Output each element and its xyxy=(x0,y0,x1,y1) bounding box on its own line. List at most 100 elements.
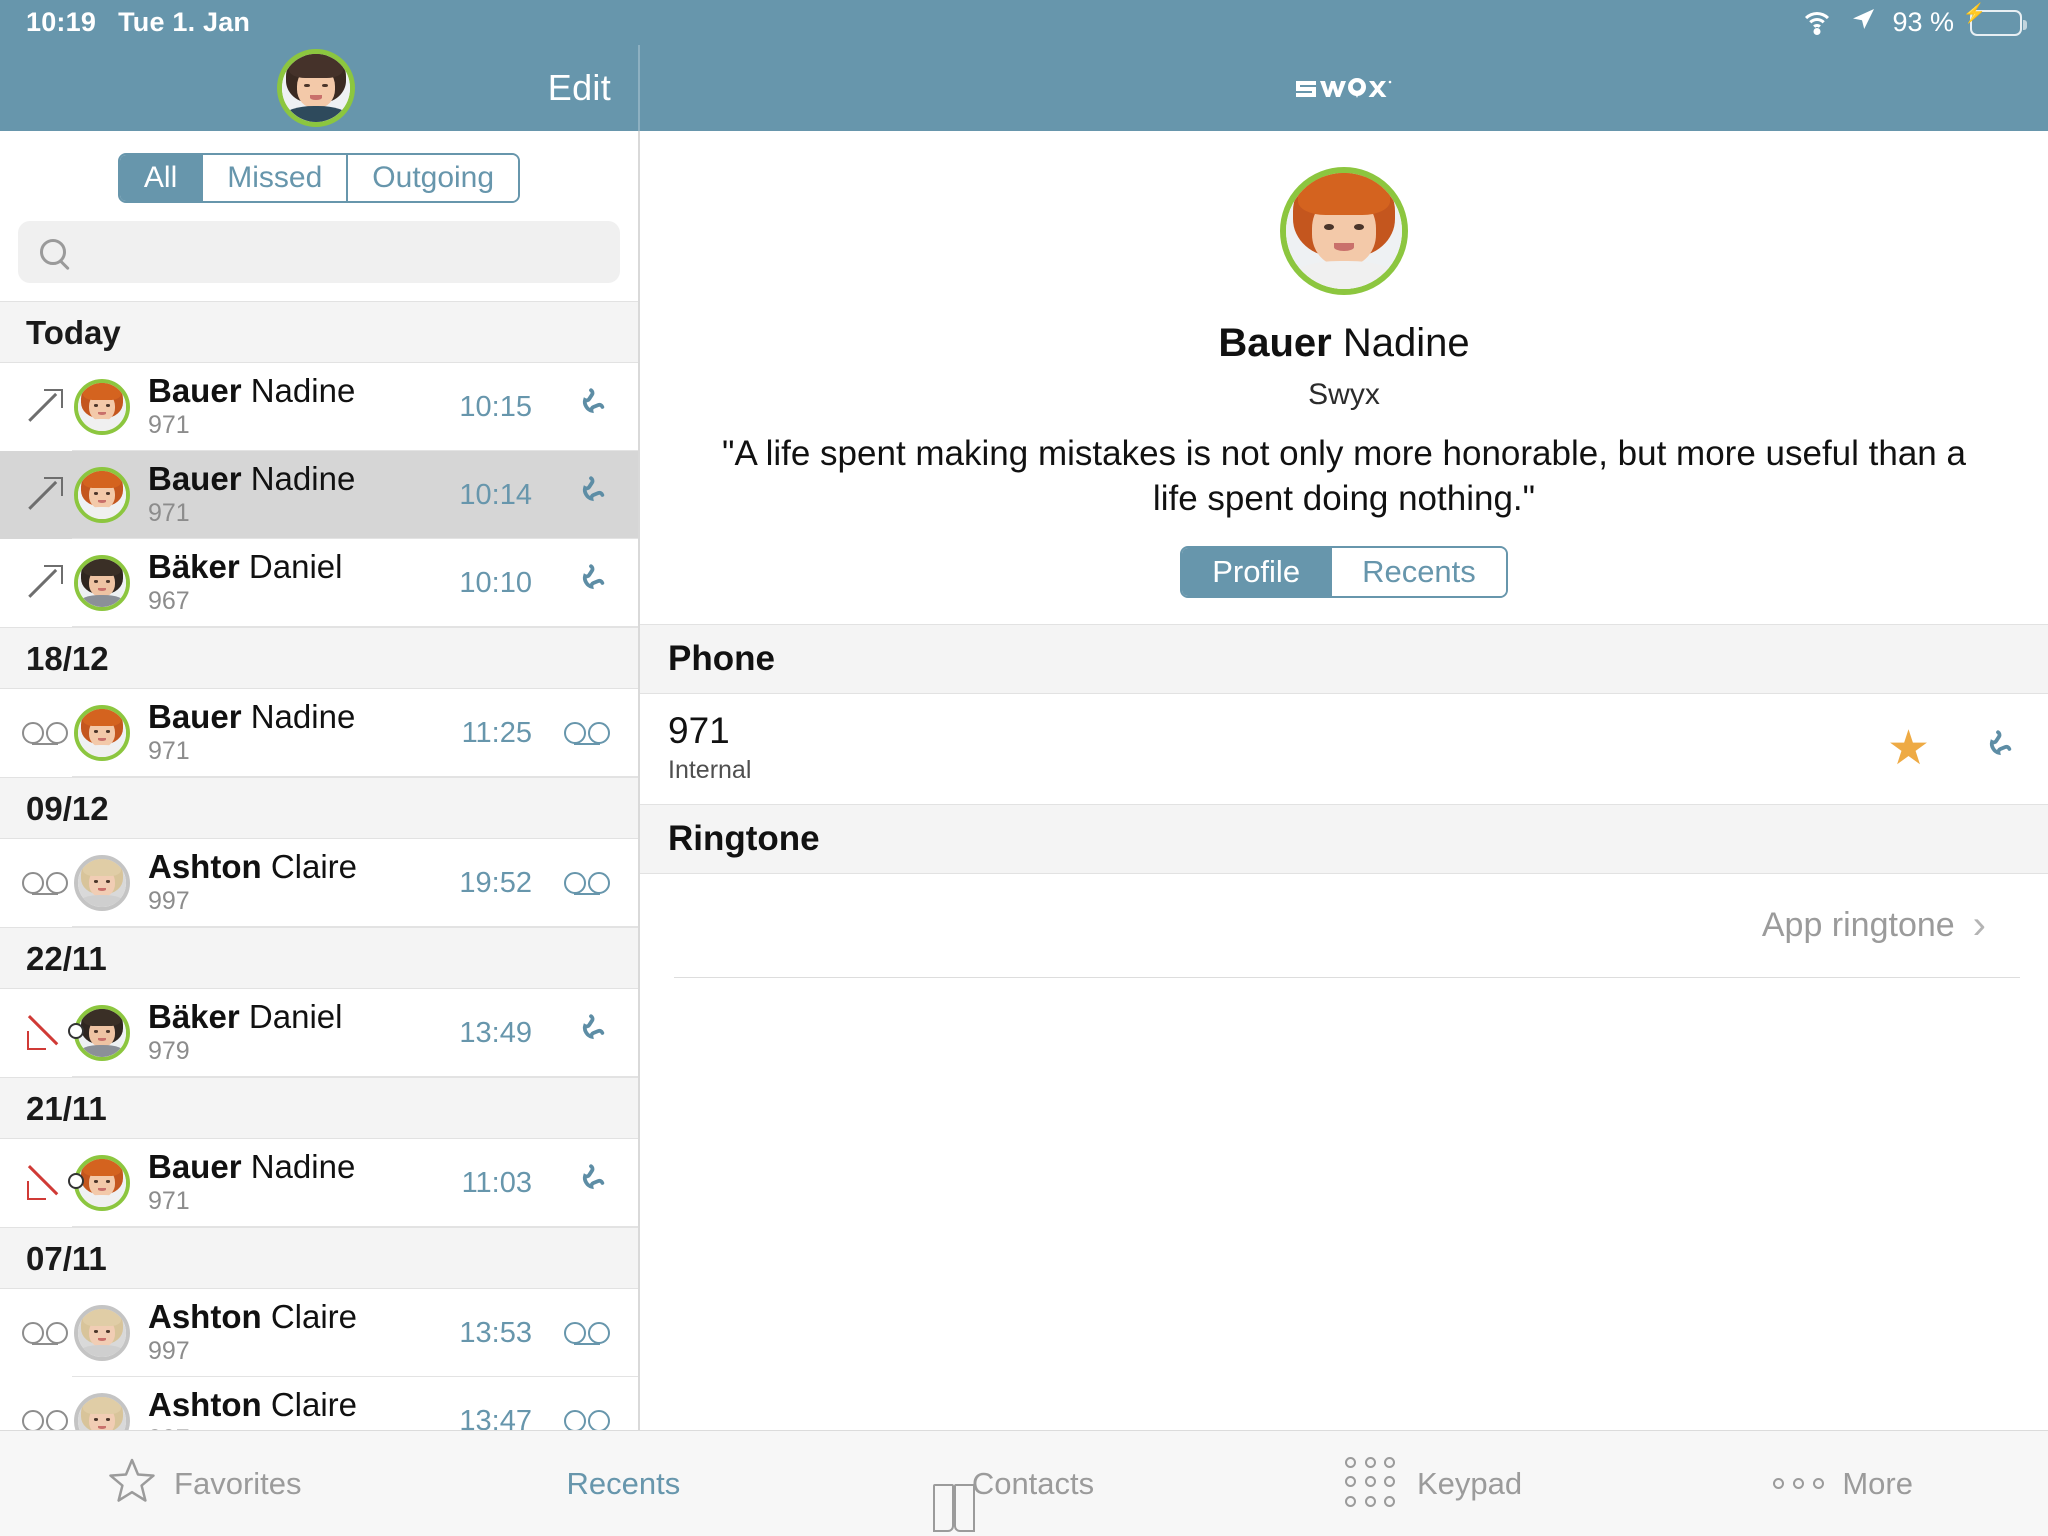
detail-tab-recents[interactable]: Recents xyxy=(1332,547,1506,596)
call-log-name: Bauer Nadine xyxy=(148,462,356,497)
call-log-row[interactable]: Ashton Claire 997 19:52 xyxy=(0,839,638,927)
battery-percent: 93 % xyxy=(1892,7,1954,37)
tab-favorites[interactable]: Favorites xyxy=(0,1457,410,1511)
keypad-icon xyxy=(1345,1456,1399,1511)
call-log-number: 971 xyxy=(148,736,190,765)
nav-bar-right xyxy=(640,45,2048,131)
phone-handset-icon[interactable] xyxy=(1974,729,2014,769)
contact-name: Bauer Nadine xyxy=(640,321,2048,366)
user-avatar[interactable] xyxy=(277,49,355,127)
app-root: 10:19 Tue 1. Jan 93 % ⚡ Edit All Missed … xyxy=(0,0,2048,1536)
filter-tab-missed[interactable]: Missed xyxy=(203,155,349,201)
call-log-number: 971 xyxy=(148,410,190,439)
filter-segmented-control[interactable]: All Missed Outgoing xyxy=(117,153,521,203)
voicemail-icon xyxy=(22,1410,68,1430)
call-direction xyxy=(16,477,74,512)
date-section-header: 07/11 xyxy=(0,1227,638,1289)
edit-button[interactable]: Edit xyxy=(548,67,611,109)
contact-first-name: Nadine xyxy=(1342,321,1470,365)
date-section-header: Today xyxy=(0,301,638,363)
ringtone-row[interactable]: App ringtone › xyxy=(674,873,2020,978)
voicemail-play-icon[interactable] xyxy=(564,1410,610,1430)
call-back-icon[interactable] xyxy=(567,563,607,603)
call-log-time: 19:52 xyxy=(459,866,532,899)
call-log-row[interactable]: Bäker Daniel 967 10:10 xyxy=(0,539,638,627)
call-log-name-block: Bauer Nadine 971 xyxy=(148,1150,462,1216)
call-direction xyxy=(16,1163,84,1203)
contact-header: Bauer Nadine Swyx "A life spent making m… xyxy=(640,131,2048,522)
outgoing-call-icon xyxy=(28,389,63,424)
contact-avatar-thumb xyxy=(74,855,130,911)
call-log-action[interactable] xyxy=(558,1410,616,1430)
call-log-name-block: Bauer Nadine 971 xyxy=(148,700,462,766)
battery-charging-icon: ⚡ xyxy=(1963,5,2027,36)
contact-last-name: Bauer xyxy=(1218,321,1332,365)
call-log-name: Bauer Nadine xyxy=(148,1150,356,1185)
voicemail-play-icon[interactable] xyxy=(564,1322,610,1345)
detail-segmented-control[interactable]: Profile Recents xyxy=(1180,545,1508,598)
ringtone-value: App ringtone xyxy=(1761,905,1955,944)
call-direction xyxy=(16,565,74,600)
status-bar: 10:19 Tue 1. Jan 93 % ⚡ xyxy=(0,0,2048,45)
date-section-header: 21/11 xyxy=(0,1077,638,1139)
contact-avatar-thumb xyxy=(74,1393,130,1430)
search-bar[interactable] xyxy=(18,221,620,283)
tab-contacts[interactable]: Contacts xyxy=(819,1466,1229,1532)
call-log-row[interactable]: Bäker Daniel 979 13:49 xyxy=(0,989,638,1077)
star-icon[interactable]: ★ xyxy=(1887,724,1930,773)
wifi-icon xyxy=(1800,10,1835,36)
call-log-row[interactable]: Bauer Nadine 971 11:25 xyxy=(0,689,638,777)
call-log-action[interactable] xyxy=(558,722,616,745)
call-direction xyxy=(16,872,74,895)
call-direction xyxy=(16,722,74,745)
call-log-time: 11:03 xyxy=(461,1166,532,1199)
filter-tab-all[interactable]: All xyxy=(119,155,204,201)
call-log-action[interactable] xyxy=(558,475,616,515)
detail-tab-profile[interactable]: Profile xyxy=(1182,547,1333,596)
call-log-time: 10:10 xyxy=(459,566,532,599)
call-log-time: 13:49 xyxy=(459,1016,532,1049)
call-history-list[interactable]: Today Bauer Nadine 971 10:15 Bauer Nadin… xyxy=(0,301,638,1430)
call-log-action[interactable] xyxy=(558,387,616,427)
phone-row[interactable]: 971 Internal ★ xyxy=(640,693,2048,804)
call-log-name: Bäker Daniel xyxy=(148,1000,343,1035)
filter-tab-outgoing[interactable]: Outgoing xyxy=(348,155,519,201)
call-log-action[interactable] xyxy=(558,872,616,895)
voicemail-play-icon[interactable] xyxy=(564,872,610,895)
content-area: All Missed Outgoing Today Bauer Nadine 971… xyxy=(0,131,2048,1430)
swyx-logo xyxy=(1294,72,1394,104)
tab-keypad[interactable]: Keypad xyxy=(1229,1456,1639,1511)
tab-label: Keypad xyxy=(1417,1465,1523,1501)
phone-number: 971 xyxy=(668,710,730,752)
call-log-name: Bauer Nadine xyxy=(148,374,356,409)
search-input[interactable] xyxy=(80,235,598,269)
tab-more[interactable]: More xyxy=(1638,1466,2048,1502)
call-back-icon[interactable] xyxy=(567,387,607,427)
call-log-row[interactable]: Bauer Nadine 971 11:03 xyxy=(0,1139,638,1227)
voicemail-play-icon[interactable] xyxy=(564,722,610,745)
call-log-row[interactable]: Bauer Nadine 971 10:15 xyxy=(0,363,638,451)
status-bar-right: 93 % ⚡ xyxy=(1800,5,2027,39)
call-back-icon[interactable] xyxy=(567,475,607,515)
tab-recents[interactable]: Recents xyxy=(410,1466,820,1502)
contact-avatar[interactable] xyxy=(1280,167,1408,295)
unseen-badge-icon xyxy=(68,1023,84,1039)
call-log-row[interactable]: Ashton Claire 997 13:47 xyxy=(0,1377,638,1430)
call-log-number: 997 xyxy=(148,1336,190,1365)
call-log-name: Ashton Claire xyxy=(148,1388,358,1423)
call-log-time: 10:15 xyxy=(459,390,532,423)
nav-bar: Edit xyxy=(0,45,2048,131)
call-log-action[interactable] xyxy=(558,1013,616,1053)
contact-avatar-thumb xyxy=(74,379,130,435)
call-log-action[interactable] xyxy=(558,563,616,603)
call-log-name: Ashton Claire xyxy=(148,1300,358,1335)
call-back-icon[interactable] xyxy=(567,1013,607,1053)
call-log-row[interactable]: Bauer Nadine 971 10:14 xyxy=(0,451,638,539)
call-log-action[interactable] xyxy=(558,1163,616,1203)
voicemail-icon xyxy=(22,872,68,895)
call-back-icon[interactable] xyxy=(567,1163,607,1203)
call-log-row[interactable]: Ashton Claire 997 13:53 xyxy=(0,1289,638,1377)
bottom-tab-bar[interactable]: Favorites Recents Contacts Keypad More xyxy=(0,1430,2048,1536)
call-log-action[interactable] xyxy=(558,1322,616,1345)
contact-detail-pane: Bauer Nadine Swyx "A life spent making m… xyxy=(640,131,2048,1430)
